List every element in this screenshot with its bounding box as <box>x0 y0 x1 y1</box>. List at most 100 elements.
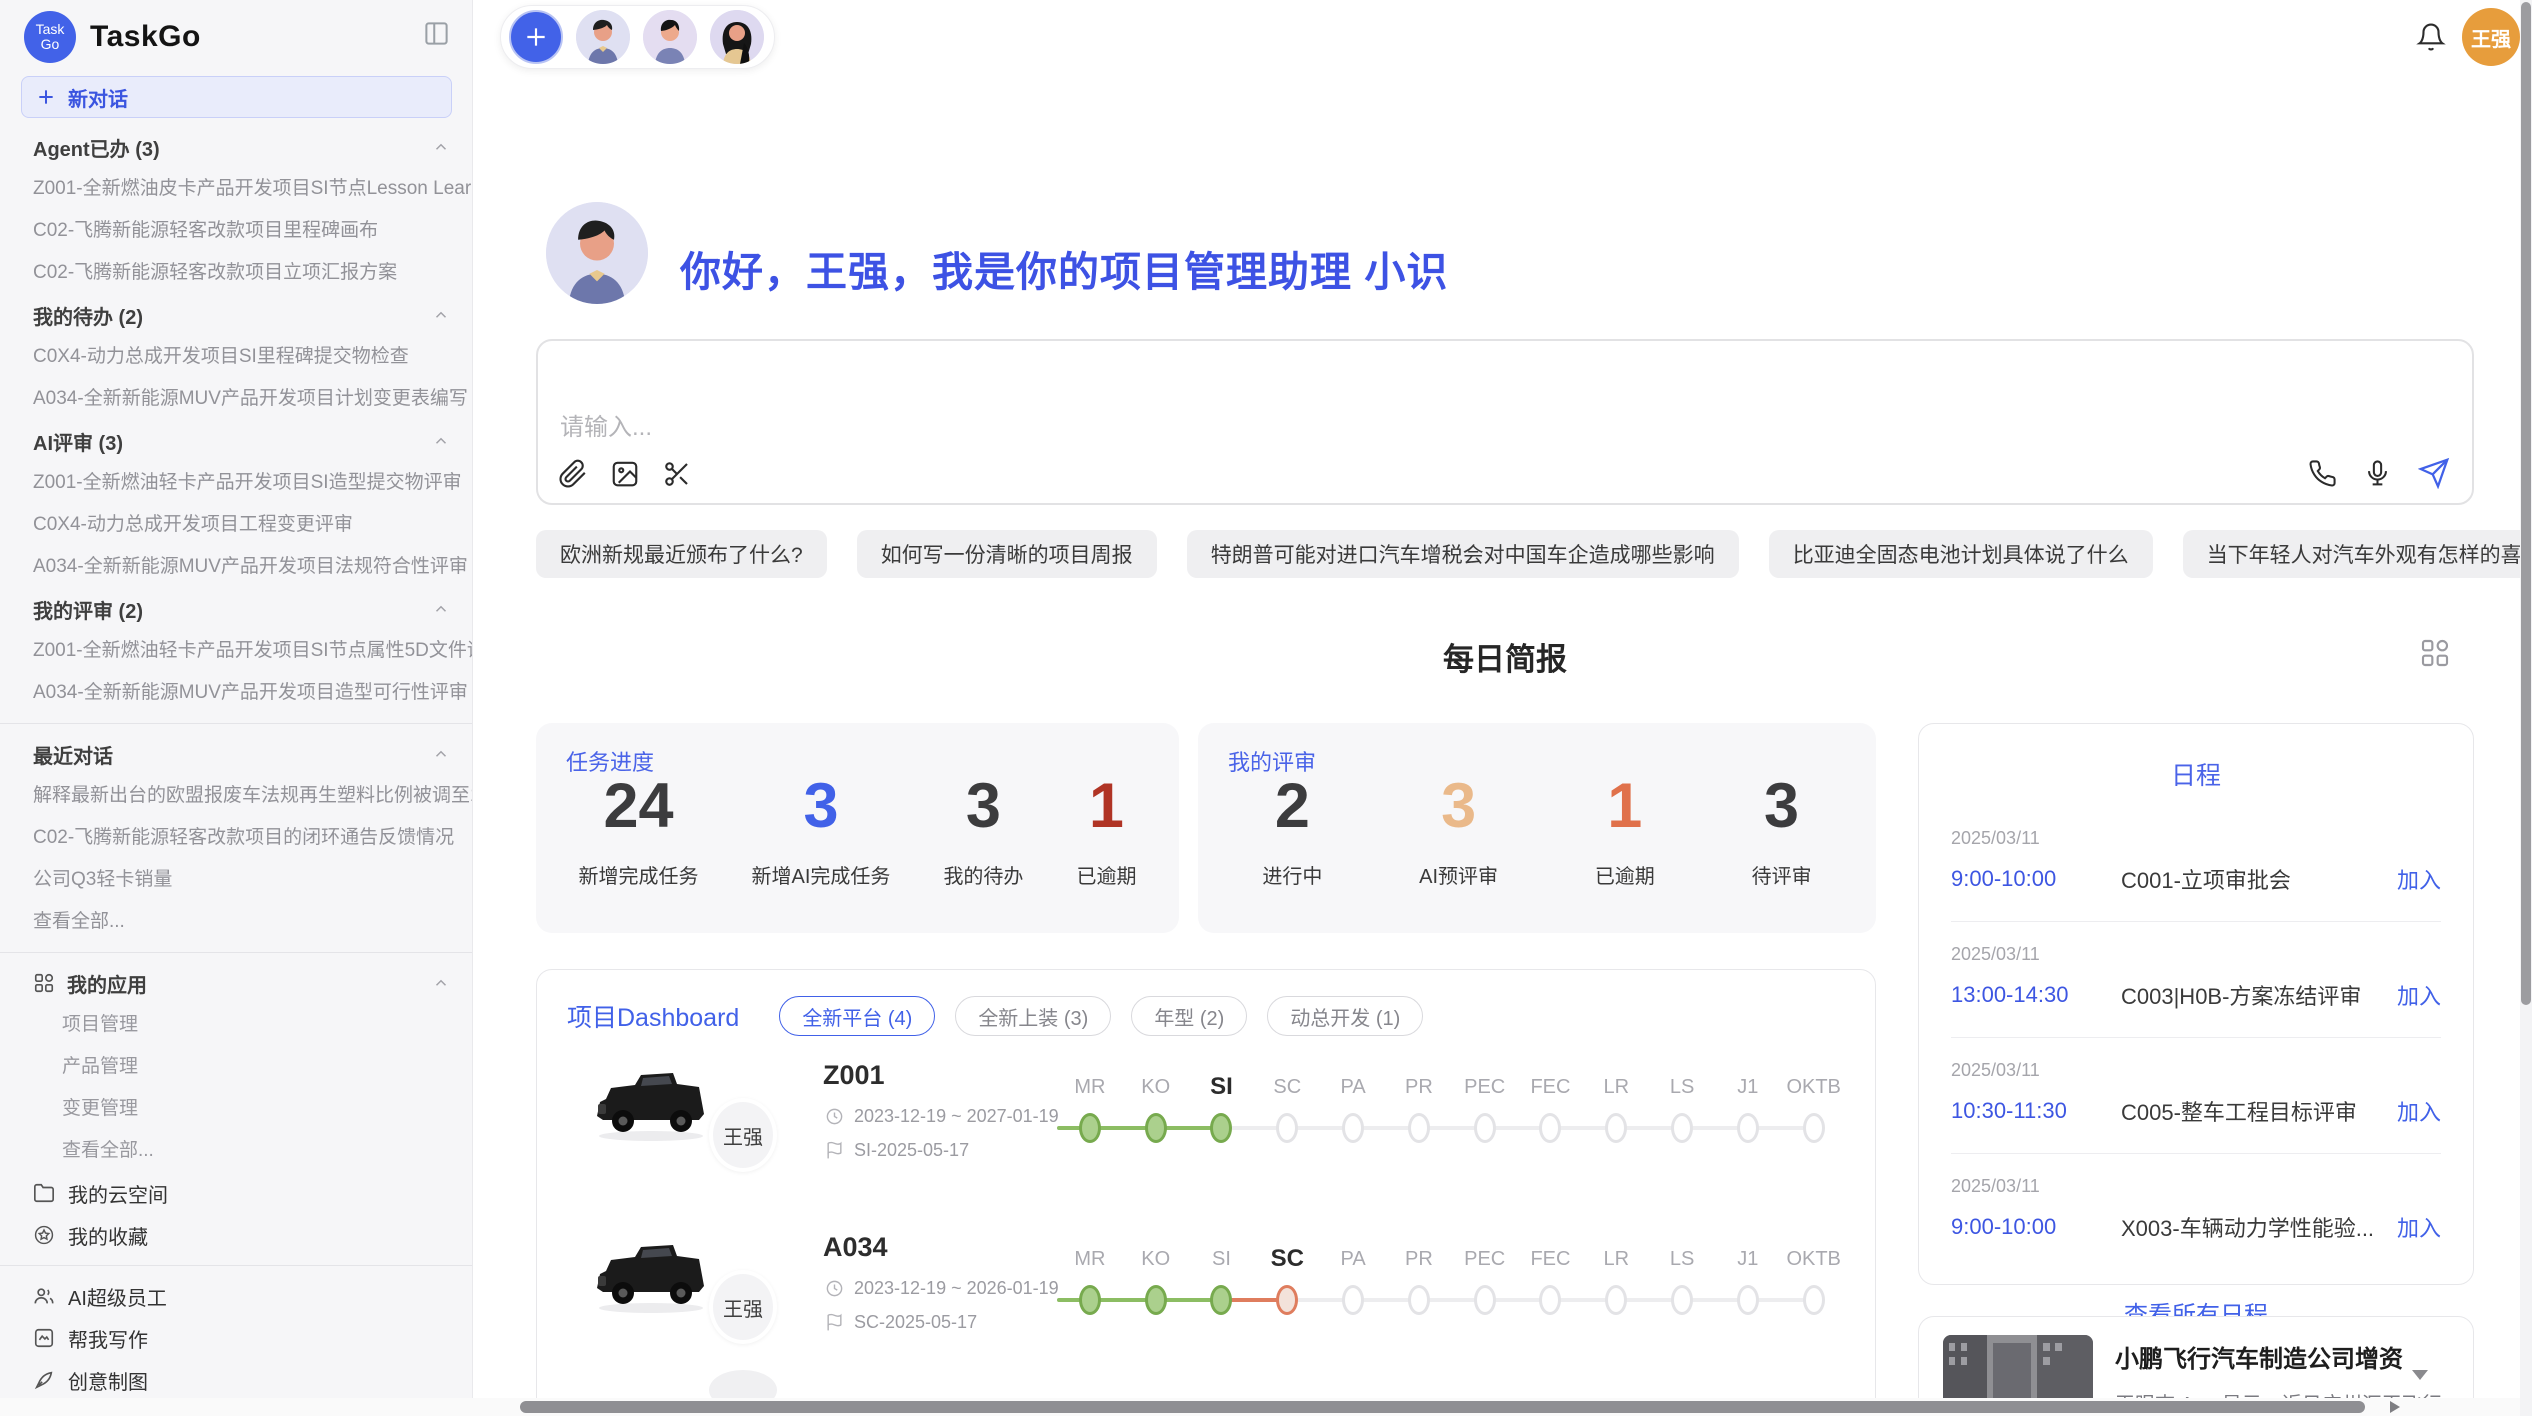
recent-chat-item[interactable]: 公司Q3轻卡销量 <box>0 859 472 901</box>
sidebar-task-item[interactable]: C02-飞腾新能源轻客改款项目里程碑画布 <box>0 210 472 252</box>
sidebar-collapse-icon[interactable] <box>423 20 450 47</box>
assistant-avatar-2[interactable] <box>643 10 697 64</box>
assistant-avatar-1[interactable] <box>576 10 630 64</box>
app-item[interactable]: 产品管理 <box>0 1046 472 1088</box>
sidebar-task-item[interactable]: A034-全新新能源MUV产品开发项目计划变更表编写 <box>0 378 472 420</box>
notifications-bell-icon[interactable] <box>2416 22 2446 52</box>
project-row[interactable]: 王强 A034 2023-12-19 ~ 2026-01-19 SC-2025-… <box>537 1222 1875 1380</box>
milestone-dot[interactable] <box>1803 1113 1825 1143</box>
phone-call-icon[interactable] <box>2308 459 2337 488</box>
stat-value: 3 <box>1764 775 1799 838</box>
task-progress-card: 任务进度 24 新增完成任务 3 新增AI完成任务 3 我的待办 <box>536 723 1179 933</box>
chat-input-card[interactable]: 请输入... <box>536 339 2474 505</box>
dashboard-filter-pill[interactable]: 动总开发 (1) <box>1267 996 1423 1036</box>
stat-item[interactable]: 1 已逾期 <box>1076 775 1136 889</box>
section-my-todo[interactable]: 我的待办 (2) <box>0 294 472 336</box>
stat-item[interactable]: 3 AI预评审 <box>1419 775 1498 889</box>
suggestion-chip[interactable]: 如何写一份清晰的项目周报 <box>857 530 1157 578</box>
milestone-dot[interactable] <box>1342 1285 1364 1315</box>
recent-chat-item[interactable]: C02-飞腾新能源轻客改款项目的闭环通告反馈情况 <box>0 817 472 859</box>
project-row[interactable]: 王强 Z001 2023-12-19 ~ 2027-01-19 SI-2025-… <box>537 1050 1875 1208</box>
send-icon[interactable] <box>2418 457 2450 489</box>
section-my-review[interactable]: 我的评审 (2) <box>0 588 472 630</box>
dashboard-filter-pill[interactable]: 全新上装 (3) <box>955 996 1111 1036</box>
scroll-down-indicator[interactable] <box>2412 1370 2428 1380</box>
milestone-dot[interactable] <box>1737 1113 1759 1143</box>
suggestion-chip[interactable]: 比亚迪全固态电池计划具体说了什么 <box>1769 530 2153 578</box>
suggestion-chip[interactable]: 当下年轻人对汽车外观有怎样的喜好趋势 <box>2183 530 2532 578</box>
sidebar-task-item[interactable]: Z001-全新燃油皮卡产品开发项目SI节点Lesson Learn报告 <box>0 168 472 210</box>
milestone-dot[interactable] <box>1539 1285 1561 1315</box>
suggestion-chip[interactable]: 特朗普可能对进口汽车增税会对中国车企造成哪些影响 <box>1187 530 1739 578</box>
image-upload-icon[interactable] <box>610 459 640 489</box>
sidebar-task-item[interactable]: Z001-全新燃油轻卡产品开发项目SI节点属性5D文件评审 <box>0 630 472 672</box>
join-meeting-link[interactable]: 加入 <box>2397 863 2441 895</box>
milestone-dot[interactable] <box>1671 1113 1693 1143</box>
stat-item[interactable]: 1 已逾期 <box>1595 775 1655 889</box>
stat-item[interactable]: 3 新增AI完成任务 <box>752 775 891 889</box>
milestone-dot[interactable] <box>1605 1285 1627 1315</box>
milestone-dot[interactable] <box>1803 1285 1825 1315</box>
app-item[interactable]: 变更管理 <box>0 1088 472 1130</box>
app-item[interactable]: 项目管理 <box>0 1004 472 1046</box>
sidebar-task-item[interactable]: A034-全新新能源MUV产品开发项目造型可行性评审 <box>0 672 472 714</box>
section-my-apps[interactable]: 我的应用 <box>0 962 472 1004</box>
milestone-dot[interactable] <box>1145 1285 1167 1315</box>
milestone-dot[interactable] <box>1145 1113 1167 1143</box>
milestone-dot[interactable] <box>1342 1113 1364 1143</box>
sidebar-task-item[interactable]: C0X4-动力总成开发项目SI里程碑提交物检查 <box>0 336 472 378</box>
join-meeting-link[interactable]: 加入 <box>2397 1095 2441 1127</box>
dashboard-filter-pill[interactable]: 全新平台 (4) <box>779 996 935 1036</box>
user-avatar[interactable]: 王强 <box>2462 8 2520 66</box>
sidebar-item-writing-helper[interactable]: 帮我写作 <box>0 1317 472 1359</box>
vertical-scrollbar[interactable] <box>2520 0 2532 1416</box>
stat-item[interactable]: 2 进行中 <box>1262 775 1322 889</box>
sidebar-item-ai-staff[interactable]: AI超级员工 <box>0 1275 472 1317</box>
stat-item[interactable]: 3 待评审 <box>1752 775 1812 889</box>
recent-chat-item[interactable]: 查看全部... <box>0 901 472 943</box>
section-ai-review[interactable]: AI评审 (3) <box>0 420 472 462</box>
app-item[interactable]: 查看全部... <box>0 1130 472 1172</box>
microphone-icon[interactable] <box>2363 459 2392 488</box>
milestone-dot[interactable] <box>1276 1285 1298 1315</box>
milestone-dot[interactable] <box>1474 1113 1496 1143</box>
milestone-dot[interactable] <box>1210 1285 1232 1315</box>
horizontal-scrollbar-thumb[interactable] <box>520 1401 2365 1413</box>
stat-item[interactable]: 24 新增完成任务 <box>579 775 699 889</box>
milestone-dot[interactable] <box>1474 1285 1496 1315</box>
horizontal-scrollbar[interactable] <box>0 1398 2532 1416</box>
sidebar-task-item[interactable]: A034-全新新能源MUV产品开发项目法规符合性评审 <box>0 546 472 588</box>
scroll-right-arrow[interactable] <box>2390 1401 2400 1413</box>
join-meeting-link[interactable]: 加入 <box>2397 1211 2441 1243</box>
section-recent-chats[interactable]: 最近对话 <box>0 733 472 775</box>
milestone-dot[interactable] <box>1408 1285 1430 1315</box>
sidebar-item-creative-drawing[interactable]: 创意制图 <box>0 1359 472 1401</box>
sidebar-task-item[interactable]: C02-飞腾新能源轻客改款项目立项汇报方案 <box>0 252 472 294</box>
suggestion-chip[interactable]: 欧洲新规最近颁布了什么? <box>536 530 827 578</box>
milestone-dot[interactable] <box>1605 1113 1627 1143</box>
vertical-scrollbar-thumb[interactable] <box>2521 2 2531 1005</box>
briefing-layout-icon[interactable] <box>2419 637 2451 669</box>
milestone-dot[interactable] <box>1737 1285 1759 1315</box>
join-meeting-link[interactable]: 加入 <box>2397 979 2441 1011</box>
new-chat-button[interactable]: 新对话 <box>21 76 452 118</box>
paperclip-icon[interactable] <box>558 459 588 489</box>
sidebar-task-item[interactable]: C0X4-动力总成开发项目工程变更评审 <box>0 504 472 546</box>
stat-item[interactable]: 3 我的待办 <box>943 775 1023 889</box>
scissors-icon[interactable] <box>662 459 692 489</box>
milestone-dot[interactable] <box>1671 1285 1693 1315</box>
milestone-dot[interactable] <box>1079 1113 1101 1143</box>
sidebar-item-favorites[interactable]: 我的收藏 <box>0 1214 472 1256</box>
add-assistant-button[interactable] <box>509 10 563 64</box>
sidebar-task-item[interactable]: Z001-全新燃油轻卡产品开发项目SI造型提交物评审 <box>0 462 472 504</box>
milestone-dot[interactable] <box>1276 1113 1298 1143</box>
section-agent-done[interactable]: Agent已办 (3) <box>0 126 472 168</box>
milestone-dot[interactable] <box>1079 1285 1101 1315</box>
recent-chat-item[interactable]: 解释最新出台的欧盟报废车法规再生塑料比例被调至15%... <box>0 775 472 817</box>
assistant-avatar-3[interactable] <box>710 10 764 64</box>
sidebar-item-cloud-space[interactable]: 我的云空间 <box>0 1172 472 1214</box>
milestone-dot[interactable] <box>1210 1113 1232 1143</box>
dashboard-filter-pill[interactable]: 年型 (2) <box>1131 996 1247 1036</box>
milestone-dot[interactable] <box>1539 1113 1561 1143</box>
milestone-dot[interactable] <box>1408 1113 1430 1143</box>
